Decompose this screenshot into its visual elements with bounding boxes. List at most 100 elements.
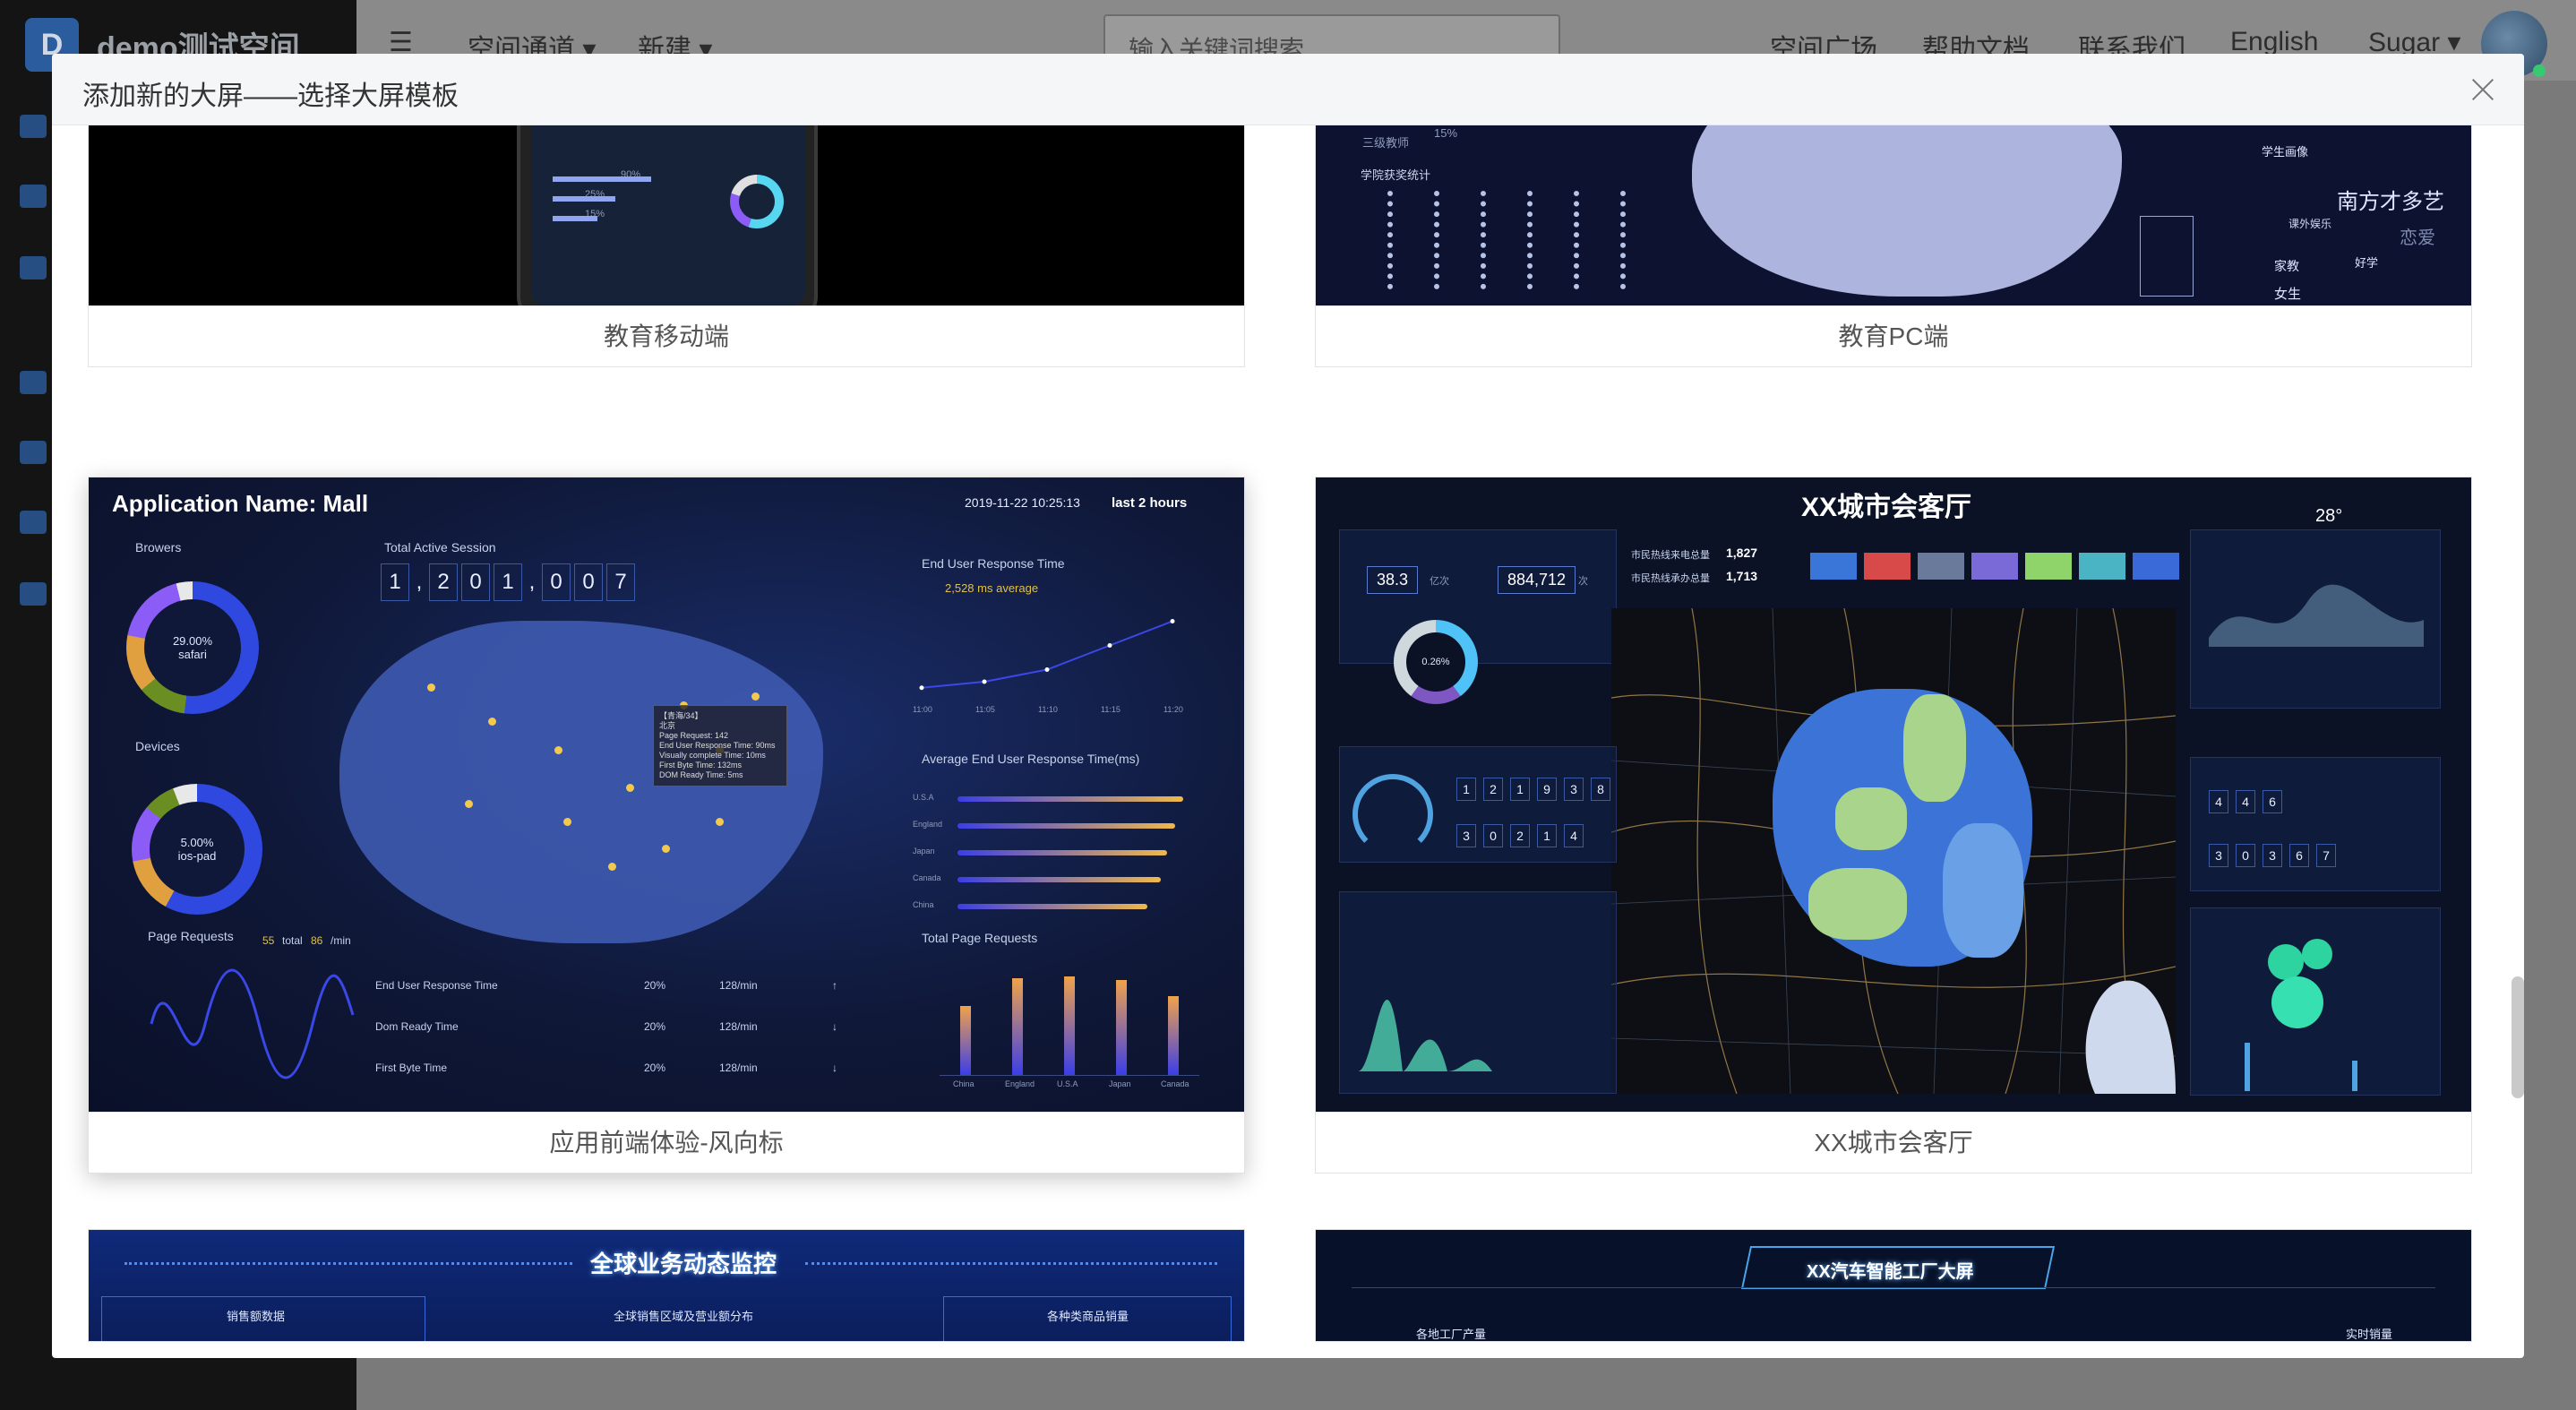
template-grid: 90% 25% 15% 教育移动端 三级教师 15% 学院获奖统计 学生画像 南… xyxy=(52,125,2524,1358)
folder-nav-icon[interactable] xyxy=(20,582,47,606)
template-name: XX城市会客厅 xyxy=(1316,1112,2471,1173)
thumb-text: 恋爱 xyxy=(2400,228,2435,248)
donut-label: ios-pad xyxy=(177,849,217,863)
bar-canada xyxy=(1168,996,1179,1075)
digit: , xyxy=(416,570,423,594)
page-requests-rate: 86 xyxy=(311,934,323,947)
template-name: 应用前端体验-风向标 xyxy=(89,1112,1244,1173)
modal-scrollbar[interactable] xyxy=(2512,976,2524,1098)
line-point xyxy=(1044,667,1050,672)
template-thumbnail: 90% 25% 15% xyxy=(89,125,1244,305)
thumb-text: 学院获奖统计 xyxy=(1361,168,1431,182)
digit-row: 1 2 1 9 3 8 xyxy=(1456,778,1614,801)
template-name: 教育PC端 xyxy=(1316,305,2471,366)
template-card-edu-mobile[interactable]: 90% 25% 15% 教育移动端 xyxy=(88,125,1245,367)
sub-title: 全球销售区域及营业额分布 xyxy=(614,1310,754,1323)
x-tick-label: 11:05 xyxy=(975,705,995,714)
thumb-text: 家教 xyxy=(2274,259,2299,273)
chart-nav-icon[interactable] xyxy=(20,441,47,464)
stat-unit: 亿次 xyxy=(1430,576,1449,587)
global-title: 全球业务动态监控 xyxy=(590,1251,777,1277)
sub-title: 销售额数据 xyxy=(227,1310,286,1323)
hbar-usa xyxy=(957,796,1183,802)
hotline2-value: 1,713 xyxy=(1726,569,1758,583)
thumb-text: 三级教师 xyxy=(1362,136,1410,150)
donut-value: 5.00% xyxy=(180,836,214,849)
sub-title: 实时销量 xyxy=(2346,1328,2393,1341)
page-requests-wave xyxy=(150,968,355,1079)
hbar-japan xyxy=(957,850,1167,855)
sub-title: 各地工厂产量 xyxy=(1416,1328,1487,1341)
bar-china xyxy=(960,1006,971,1075)
phone-mockup: 90% 25% 15% xyxy=(517,125,818,305)
donut-value: 29.00% xyxy=(172,634,213,648)
x-tick-label: 11:10 xyxy=(1038,705,1058,714)
avg-ms: 2,528 ms average xyxy=(945,581,1039,595)
page-requests-total-label: total xyxy=(282,934,303,947)
nav-english[interactable]: English xyxy=(2230,27,2318,57)
avg-end-user-label: Average End User Response Time(ms) xyxy=(922,752,1140,766)
bar-japan xyxy=(1116,979,1127,1075)
hbar-canada xyxy=(957,877,1161,882)
digit: 2 xyxy=(429,563,458,601)
stat-value: 884,712 xyxy=(1498,566,1576,594)
template-card-city[interactable]: XX城市会客厅 28° 38.3 亿次 884,712 次 0.26% 市民热线… xyxy=(1315,477,2472,1174)
response-line xyxy=(921,620,1173,689)
template-card-mall[interactable]: Application Name: Mall 2019-11-22 10:25:… xyxy=(88,477,1245,1174)
digit: 0 xyxy=(542,563,571,601)
digit: 7 xyxy=(606,563,635,601)
thumb-text: 学生画像 xyxy=(2262,145,2309,159)
x-tick-label: 11:00 xyxy=(913,705,932,714)
thumb-text: 15% xyxy=(1434,126,1458,140)
template-name: 教育移动端 xyxy=(89,305,1244,366)
bar-england xyxy=(1012,978,1023,1075)
page-requests-label: Page Requests xyxy=(148,929,234,943)
bar-category-label: China xyxy=(953,1079,975,1088)
template-card-edu-pc[interactable]: 三级教师 15% 学院获奖统计 学生画像 南方才多艺 课外娱乐 好学 家教 女生… xyxy=(1315,125,2472,367)
template-card-factory[interactable]: XX汽车智能工厂大屏 各地工厂产量 实时销量 xyxy=(1315,1229,2472,1342)
page-requests-total: 55 xyxy=(262,934,275,947)
response-line-chart: 11:00 11:05 11:10 11:15 11:20 xyxy=(913,619,1183,714)
folder-nav-icon[interactable] xyxy=(20,511,47,534)
template-thumbnail: XX汽车智能工厂大屏 各地工厂产量 实时销量 xyxy=(1316,1230,2471,1341)
thumb-text: 女生 xyxy=(2274,287,2302,302)
template-thumbnail: XX城市会客厅 28° 38.3 亿次 884,712 次 0.26% 市民热线… xyxy=(1316,477,2471,1112)
x-tick-label: 11:15 xyxy=(1101,705,1121,714)
time-range: last 2 hours xyxy=(1112,495,1188,511)
close-icon[interactable] xyxy=(2465,72,2501,107)
stat-value: 38.3 xyxy=(1367,566,1419,594)
factory-title: XX汽车智能工厂大屏 xyxy=(1807,1262,1974,1282)
session-counter: 1,201,007 xyxy=(381,563,639,602)
hotline2-label: 市民热线承办总量 xyxy=(1631,573,1710,584)
city-title: XX城市会客厅 xyxy=(1801,493,1972,522)
grid-nav-icon[interactable] xyxy=(20,371,47,394)
template-card-global[interactable]: 全球业务动态监控 销售额数据 全球销售区域及营业额分布 各种类商品销量 xyxy=(88,1229,1245,1342)
hbar-england xyxy=(957,823,1175,829)
session-label: Total Active Session xyxy=(384,540,496,555)
horizontal-bar-chart: U.S.A England Japan Canada China xyxy=(913,791,1208,952)
template-thumbnail: 三级教师 15% 学院获奖统计 学生画像 南方才多艺 课外娱乐 好学 家教 女生… xyxy=(1316,125,2471,305)
digit: 1 xyxy=(494,563,522,601)
end-user-response-label: End User Response Time xyxy=(922,556,1065,571)
template-thumbnail: 全球业务动态监控 销售额数据 全球销售区域及营业额分布 各种类商品销量 xyxy=(89,1230,1244,1341)
stats-panel: 38.3 亿次 884,712 次 0.26% xyxy=(1339,529,1617,704)
donut-chart xyxy=(730,175,784,228)
bar-category-label: Japan xyxy=(1109,1079,1131,1088)
datetime: 2019-11-22 10:25:13 xyxy=(965,495,1080,510)
folder-nav-icon[interactable] xyxy=(20,256,47,279)
digit: 0 xyxy=(574,563,603,601)
digit: 0 xyxy=(461,563,490,601)
hbar-china xyxy=(957,904,1148,909)
weather-temp: 28° xyxy=(2315,506,2343,526)
digit: , xyxy=(528,570,536,594)
folder-nav-icon[interactable] xyxy=(20,185,47,208)
digit-row: 3 0 2 1 4 xyxy=(1456,824,1587,847)
map-tooltip: 【青海/34】 北京 Page Request: 142 End User Re… xyxy=(653,705,787,787)
app-title: Application Name: Mall xyxy=(112,490,369,517)
metrics-table: End User Response Time 20% 128/min ↑ Dom… xyxy=(375,979,837,1074)
hbar-category-label: U.S.A xyxy=(913,793,934,802)
china-map xyxy=(1692,125,2122,297)
hotline1-label: 市民热线来电总量 xyxy=(1631,550,1710,561)
construction-panel xyxy=(2190,907,2441,1096)
dashboard-nav-icon[interactable] xyxy=(20,115,47,138)
